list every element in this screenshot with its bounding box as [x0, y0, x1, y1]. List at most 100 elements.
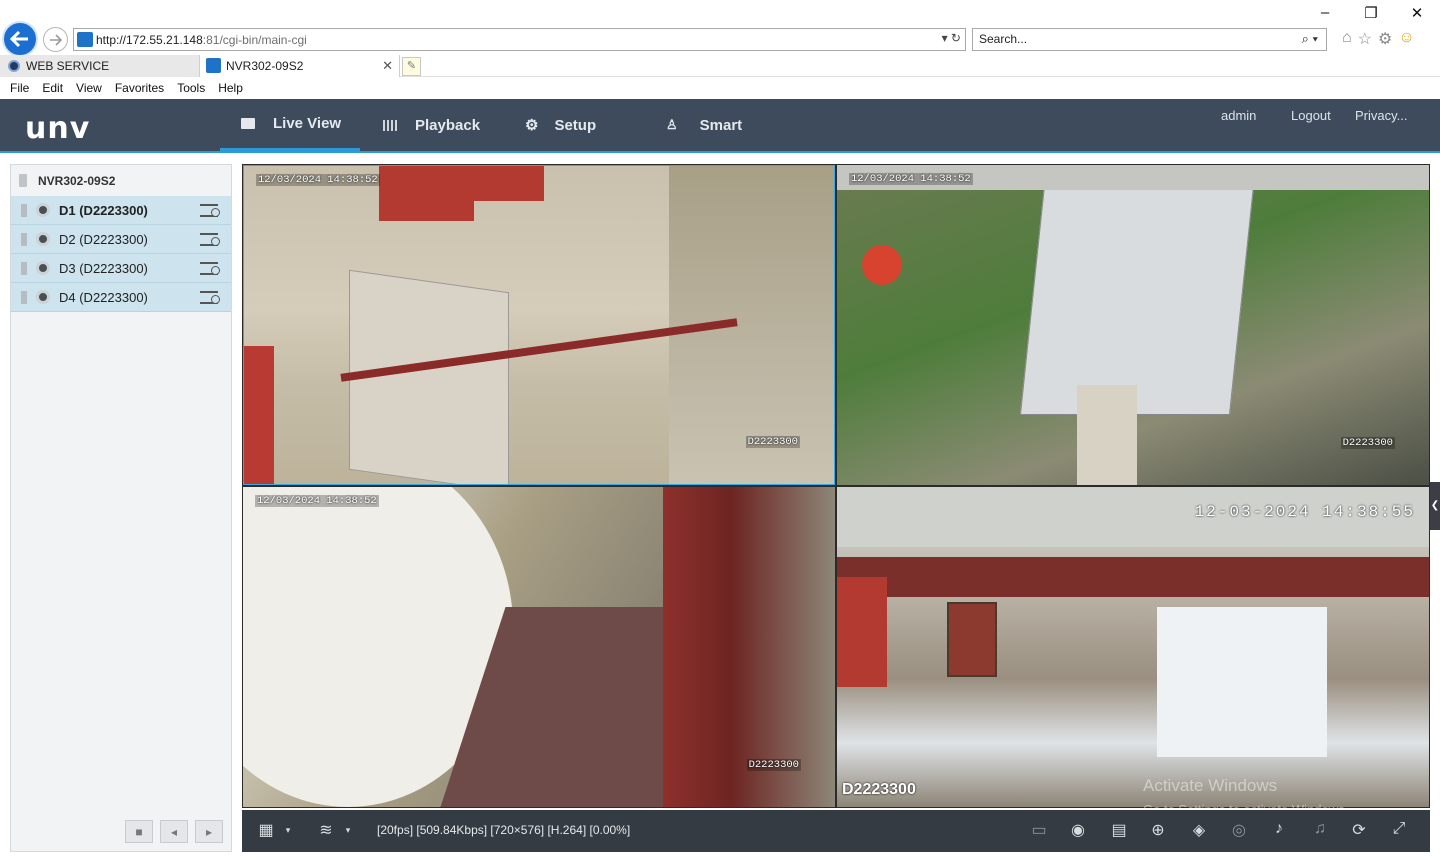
- channel-label: D3 (D2223300): [59, 260, 148, 276]
- close-icon[interactable]: ✕: [1394, 4, 1440, 22]
- tab-nvr[interactable]: NVR302-09S2 ✕: [200, 55, 400, 77]
- tab-close-icon[interactable]: ✕: [382, 55, 393, 77]
- record-icon[interactable]: [200, 204, 220, 217]
- video-tile-3[interactable]: 12/03/2024 14:38:52 D2223300: [243, 487, 835, 807]
- url-path: :81/cgi-bin/main-cgi: [202, 33, 307, 47]
- search-icon[interactable]: ⌕ ▾: [1302, 31, 1318, 47]
- nav-live-view-label: Live View: [273, 115, 342, 132]
- wall-poster: [379, 166, 474, 221]
- channel-id-overlay: D2223300: [842, 781, 916, 798]
- menu-edit[interactable]: Edit: [32, 78, 63, 99]
- nav-smart[interactable]: ♙ Smart: [666, 99, 742, 151]
- menu-view[interactable]: View: [66, 78, 102, 99]
- digital-zoom-icon[interactable]: ⊕: [1147, 820, 1169, 840]
- nav-playback[interactable]: Playback: [383, 99, 480, 151]
- red-wall-band: [837, 557, 1429, 597]
- privacy-link[interactable]: Privacy...: [1355, 108, 1408, 123]
- wall-poster: [474, 166, 544, 201]
- chevron-down-icon[interactable]: ▾: [277, 825, 299, 836]
- audio-speaker-icon[interactable]: ♪: [1268, 820, 1290, 838]
- stream-select-icon[interactable]: ≋: [315, 820, 337, 840]
- back-button[interactable]: [2, 21, 38, 57]
- overlay-toggle-icon[interactable]: ▭: [1028, 820, 1050, 840]
- channel-item-d3[interactable]: D3 (D2223300): [11, 254, 231, 283]
- home-icon[interactable]: ⌂: [1342, 29, 1352, 49]
- menu-tools[interactable]: Tools: [167, 78, 205, 99]
- new-tab-button[interactable]: ✎: [402, 57, 421, 76]
- url-host: http://172.55.21.148: [96, 33, 203, 47]
- search-input[interactable]: [979, 32, 1279, 46]
- camera-icon: [36, 261, 50, 275]
- device-sidebar: NVR302-09S2 D1 (D2223300) D2 (D2223300) …: [10, 164, 232, 852]
- channel-id-overlay: D2223300: [746, 759, 801, 771]
- film-icon: [383, 119, 397, 131]
- timestamp-overlay: 12/03/2024 14:38:52: [255, 495, 379, 507]
- record-icon[interactable]: [200, 233, 220, 246]
- monitor-icon: [241, 118, 255, 129]
- logout-link[interactable]: Logout: [1291, 108, 1331, 123]
- activate-windows-watermark: Activate Windows: [1143, 776, 1278, 795]
- channel-label: D4 (D2223300): [59, 289, 148, 305]
- video-tile-4[interactable]: 12-03-2024 14:38:55 D2223300: [837, 487, 1429, 807]
- record-icon[interactable]: [200, 262, 220, 275]
- nav-smart-label: Smart: [699, 116, 743, 134]
- minimize-icon[interactable]: –: [1302, 4, 1348, 22]
- next-page-button[interactable]: ▸: [195, 820, 223, 843]
- stream-status: [20fps] [509.84Kbps] [720×576] [H.264] […: [377, 823, 631, 837]
- smiley-feedback-icon[interactable]: ☺: [1398, 29, 1414, 49]
- forward-arrow-icon: [49, 33, 62, 46]
- forward-button[interactable]: [43, 27, 68, 52]
- address-bar[interactable]: http://172.55.21.148:81/cgi-bin/main-cgi…: [73, 28, 966, 51]
- device-header[interactable]: NVR302-09S2: [11, 165, 231, 196]
- fullscreen-icon[interactable]: ⤢: [1388, 820, 1410, 838]
- record-clip-icon[interactable]: ▤: [1108, 820, 1130, 840]
- drag-handle-icon[interactable]: [21, 290, 27, 304]
- two-way-audio-mic-icon[interactable]: ♫: [1309, 820, 1331, 838]
- drag-handle-icon[interactable]: [21, 203, 27, 217]
- layout-grid-icon[interactable]: ▦: [255, 820, 277, 840]
- channel-id-overlay: D2223300: [745, 436, 800, 448]
- channel-id-overlay: D2223300: [1340, 437, 1395, 449]
- video-tile-1[interactable]: 12/03/2024 14:38:52 D2223300: [243, 165, 835, 485]
- stop-all-button[interactable]: ■: [125, 820, 153, 843]
- camera-icon: [36, 203, 50, 217]
- menu-file[interactable]: File: [0, 78, 29, 99]
- refresh-icon[interactable]: ▾ ↻: [942, 31, 961, 45]
- menu-bar: File Edit View Favorites Tools Help: [0, 78, 1440, 99]
- notice-board: [947, 602, 997, 677]
- nav-setup[interactable]: ⚙ Setup: [525, 99, 596, 151]
- white-cabinet: [349, 269, 509, 484]
- favorites-star-icon[interactable]: ☆: [1358, 29, 1372, 49]
- nav-live-view[interactable]: Live View: [220, 99, 360, 151]
- chevron-down-icon[interactable]: ▾: [337, 825, 359, 836]
- ptz-control-icon[interactable]: ◈: [1188, 820, 1210, 840]
- panel-collapse-handle[interactable]: ❮: [1430, 482, 1440, 530]
- channel-item-d1[interactable]: D1 (D2223300): [11, 196, 231, 225]
- timestamp-overlay: 12-03-2024 14:38:55: [1194, 503, 1415, 521]
- wall-poster: [837, 577, 887, 687]
- channel-item-d4[interactable]: D4 (D2223300): [11, 283, 231, 312]
- menu-favorites[interactable]: Favorites: [105, 78, 164, 99]
- record-icon[interactable]: [200, 291, 220, 304]
- video-tile-2[interactable]: 12/03/2024 14:38:52 D2223300: [837, 165, 1429, 485]
- address-url[interactable]: http://172.55.21.148:81/cgi-bin/main-cgi: [96, 33, 307, 47]
- drag-handle-icon[interactable]: [21, 232, 27, 246]
- drag-handle-icon[interactable]: [21, 261, 27, 275]
- sidebar-footer: ■ ◂ ▸: [125, 820, 223, 843]
- restore-icon[interactable]: ❐: [1348, 4, 1394, 22]
- tab-web-service[interactable]: WEB SERVICE: [0, 55, 200, 77]
- gear-icon: ⚙: [525, 117, 539, 134]
- tab-label: NVR302-09S2: [226, 59, 304, 73]
- tab-row: WEB SERVICE NVR302-09S2 ✕ ✎: [0, 55, 1440, 77]
- focus-icon[interactable]: ◎: [1228, 820, 1250, 840]
- 3d-positioning-icon[interactable]: ⟳: [1348, 820, 1370, 840]
- snapshot-camera-icon[interactable]: ◉: [1067, 820, 1089, 840]
- settings-gear-icon[interactable]: ⚙: [1378, 29, 1392, 49]
- search-box[interactable]: ⌕ ▾: [972, 28, 1327, 51]
- nav-setup-label: Setup: [554, 116, 597, 134]
- menu-help[interactable]: Help: [208, 78, 243, 99]
- channel-item-d2[interactable]: D2 (D2223300): [11, 225, 231, 254]
- pipe: [1077, 385, 1137, 485]
- prev-page-button[interactable]: ◂: [160, 820, 188, 843]
- device-name: NVR302-09S2: [38, 173, 116, 188]
